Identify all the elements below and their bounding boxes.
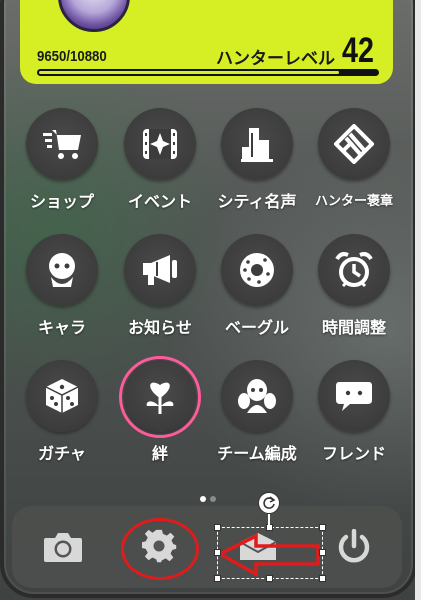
app-icon-circle: [221, 360, 293, 432]
app-icon-circle: [318, 234, 390, 306]
window-edge: [415, 0, 421, 600]
resize-handle[interactable]: [319, 575, 326, 582]
settings-annotation-circle: [121, 518, 199, 580]
camera-button[interactable]: [36, 520, 90, 574]
app-label: ハンター褒章: [314, 194, 393, 209]
app-icon-circle: [124, 108, 196, 180]
page-indicator: [200, 487, 220, 506]
app-event[interactable]: イベント: [112, 108, 208, 218]
resize-handle[interactable]: [214, 524, 221, 531]
app-label: ベーグル: [224, 318, 289, 337]
app-icon-circle: [318, 108, 390, 180]
cart-icon: [43, 130, 81, 159]
page-dot-active[interactable]: [200, 496, 206, 502]
camera-icon: [44, 533, 82, 562]
app-label: 絆: [151, 444, 168, 463]
app-icon-circle: [124, 234, 196, 306]
chat-bubble-icon: [336, 382, 372, 411]
film-sparkle-icon: [143, 129, 177, 159]
page-dot[interactable]: [210, 496, 216, 502]
app-city-fame[interactable]: シティ名声: [209, 108, 305, 218]
rotate-icon: [263, 496, 276, 509]
app-label: ガチャ: [38, 444, 86, 463]
app-label: 時間調整: [321, 318, 386, 337]
app-hunter-medal[interactable]: ハンター褒章: [306, 108, 402, 218]
app-label: シティ名声: [217, 192, 297, 211]
resize-handle[interactable]: [319, 524, 326, 531]
city-building-icon: [241, 128, 273, 162]
bagel-icon: [240, 253, 274, 287]
exp-progress-fill: [39, 71, 339, 74]
megaphone-icon: [143, 255, 177, 285]
medal-badge-icon: [334, 124, 374, 164]
app-label: お知らせ: [128, 318, 192, 337]
app-label: イベント: [127, 192, 192, 211]
hunter-level-value: 42: [342, 31, 374, 70]
hunter-level-label: ハンターレベル: [216, 49, 335, 69]
power-button[interactable]: [327, 520, 381, 574]
app-icon-circle: [318, 360, 390, 432]
app-label: ショップ: [29, 192, 94, 211]
resize-handle[interactable]: [214, 549, 221, 556]
exp-counter: 9650/10880: [37, 48, 107, 65]
app-shop[interactable]: ショップ: [14, 108, 110, 218]
app-icon-circle: [221, 234, 293, 306]
app-icon-circle: [26, 360, 98, 432]
exp-progress-bar: [37, 69, 379, 76]
app-gacha[interactable]: ガチャ: [14, 360, 110, 470]
selection-box[interactable]: [217, 527, 323, 579]
alarm-clock-icon: [335, 252, 373, 288]
team-icon: [238, 379, 276, 413]
app-icon-circle: [26, 108, 98, 180]
bond-highlight-ring: [119, 356, 201, 438]
app-label: フレンド: [321, 444, 386, 463]
app-news[interactable]: お知らせ: [112, 234, 208, 344]
app-bagel[interactable]: ベーグル: [209, 234, 305, 344]
rotate-handle[interactable]: [258, 492, 280, 514]
dice-icon: [45, 379, 79, 413]
app-icon-circle: [26, 234, 98, 306]
app-time-adjust[interactable]: 時間調整: [306, 234, 402, 344]
app-character[interactable]: キャラ: [14, 234, 110, 344]
resize-handle[interactable]: [266, 575, 273, 582]
resize-handle[interactable]: [319, 549, 326, 556]
rotate-handle-stem: [268, 514, 270, 527]
character-icon: [49, 253, 75, 287]
app-friend[interactable]: フレンド: [306, 360, 402, 470]
app-icon-circle: [221, 108, 293, 180]
power-icon: [338, 529, 370, 563]
app-label: キャラ: [37, 318, 86, 337]
app-team-formation[interactable]: チーム編成: [209, 360, 305, 470]
app-label: チーム編成: [217, 444, 297, 463]
resize-handle[interactable]: [214, 575, 221, 582]
